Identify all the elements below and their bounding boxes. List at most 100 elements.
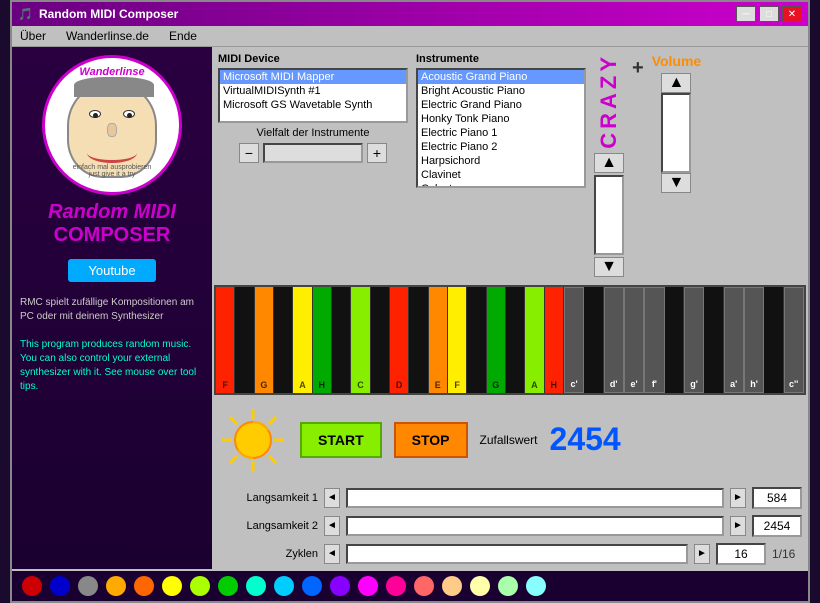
start-button[interactable]: START — [300, 422, 382, 458]
menu-wanderlinse[interactable]: Wanderlinse.de — [62, 28, 153, 44]
piano-key-D1[interactable]: D — [390, 287, 409, 393]
piano-key-H1[interactable]: H — [313, 287, 332, 393]
logo-circle: Wanderlinse einfach mal ausprobierenjust… — [42, 55, 182, 195]
crazy-down-button[interactable]: ▼ — [594, 257, 624, 277]
piano-key-Ds1[interactable] — [371, 287, 390, 393]
instr-item-6[interactable]: Harpsichord — [418, 154, 584, 168]
zyklen-right-arrow[interactable]: ► — [694, 544, 710, 564]
app-icon: 🎵 — [18, 7, 33, 21]
piano-key-a1[interactable]: a' — [724, 287, 744, 393]
crazy-slider[interactable] — [594, 175, 624, 255]
piano-key-A1[interactable]: A — [293, 287, 312, 393]
dot-16 — [470, 576, 490, 596]
top-controls: MIDI Device Microsoft MIDI Mapper Virtua… — [212, 47, 808, 283]
instr-item-3[interactable]: Honky Tonk Piano — [418, 112, 584, 126]
vielfalt-slider-row: − + — [239, 143, 387, 163]
piano-key-G2[interactable]: G — [487, 287, 506, 393]
instrumente-label: Instrumente — [416, 53, 586, 65]
dot-15 — [442, 576, 462, 596]
crazy-label: CRAZY — [596, 53, 622, 149]
vielfalt-minus-button[interactable]: − — [239, 143, 259, 163]
piano-key-C1[interactable]: C — [351, 287, 370, 393]
volume-down-button[interactable]: ▼ — [661, 173, 691, 193]
instr-item-5[interactable]: Electric Piano 2 — [418, 140, 584, 154]
instr-item-7[interactable]: Clavinet — [418, 168, 584, 182]
key-label-H1: H — [319, 380, 326, 390]
volume-section: Volume ▲ ▼ — [652, 53, 702, 193]
menu-ende[interactable]: Ende — [165, 28, 201, 44]
instr-item-8[interactable]: Celesta — [418, 182, 584, 188]
piano-key-c1[interactable]: c' — [564, 287, 584, 393]
sliders-section: Langsamkeit 1 ◄ ► 584 Langsamkeit 2 ◄ ► … — [212, 483, 808, 569]
description-de: RMC spielt zufällige Kompositionen am PC… — [20, 296, 204, 394]
logo-eye-left — [89, 110, 101, 118]
piano-key-cs1[interactable] — [584, 287, 603, 393]
piano-key-F2[interactable]: F — [448, 287, 467, 393]
piano-key-Cs1[interactable] — [332, 287, 351, 393]
piano-key-Gs1[interactable] — [274, 287, 293, 393]
instr-item-4[interactable]: Electric Piano 1 — [418, 126, 584, 140]
volume-up-button[interactable]: ▲ — [661, 73, 691, 93]
langsamkeit2-left-arrow[interactable]: ◄ — [324, 516, 340, 536]
dot-12 — [358, 576, 378, 596]
zyklen-slider[interactable] — [346, 544, 688, 564]
close-button[interactable]: ✕ — [782, 6, 802, 22]
midi-device-listbox[interactable]: Microsoft MIDI Mapper VirtualMIDISynth #… — [218, 68, 408, 123]
key-label-A2: A — [531, 380, 538, 390]
langsamkeit1-left-arrow[interactable]: ◄ — [324, 488, 340, 508]
piano-key-f1[interactable]: f' — [644, 287, 664, 393]
menu-uber[interactable]: Über — [16, 28, 50, 44]
dot-8 — [246, 576, 266, 596]
vielfalt-label: Vielfalt der Instrumente — [257, 127, 370, 139]
piano-key-E1[interactable]: E — [429, 287, 448, 393]
key-label-H2: H — [550, 380, 557, 390]
vielfalt-slider[interactable] — [263, 143, 363, 163]
instr-item-0[interactable]: Acoustic Grand Piano — [418, 70, 584, 84]
langsamkeit2-slider[interactable] — [346, 516, 724, 536]
midi-item-2[interactable]: Microsoft GS Wavetable Synth — [220, 98, 406, 112]
controls-row: START STOP Zufallswert 2454 — [212, 397, 808, 483]
piano-key-g1[interactable]: g' — [684, 287, 704, 393]
piano-key-c2[interactable]: c'' — [784, 287, 804, 393]
instr-item-2[interactable]: Electric Grand Piano — [418, 98, 584, 112]
piano-key-G1[interactable]: G — [255, 287, 274, 393]
vielfalt-plus-button[interactable]: + — [367, 143, 387, 163]
crazy-up-button[interactable]: ▲ — [594, 153, 624, 173]
piano-key-Gs2[interactable] — [506, 287, 525, 393]
window-title: Random MIDI Composer — [39, 7, 178, 21]
langsamkeit1-slider[interactable] — [346, 488, 724, 508]
langsamkeit1-right-arrow[interactable]: ► — [730, 488, 746, 508]
minimize-button[interactable]: ─ — [736, 6, 756, 22]
left-panel: Wanderlinse einfach mal ausprobierenjust… — [12, 47, 212, 569]
zyklen-value: 16 — [716, 543, 766, 565]
crazy-slider-area: ▲ ▼ — [594, 153, 624, 277]
stop-button[interactable]: STOP — [394, 422, 468, 458]
maximize-button[interactable]: □ — [759, 6, 779, 22]
dot-6 — [190, 576, 210, 596]
piano-key-d1[interactable]: d' — [604, 287, 624, 393]
piano-key-F1[interactable]: F — [216, 287, 235, 393]
description-en-text: This program produces random music. You … — [20, 339, 196, 392]
youtube-button[interactable]: Youtube — [68, 259, 155, 282]
midi-device-label: MIDI Device — [218, 53, 408, 65]
piano-key-H2[interactable]: H — [545, 287, 564, 393]
piano-key-A2[interactable]: A — [525, 287, 544, 393]
midi-item-0[interactable]: Microsoft MIDI Mapper — [220, 70, 406, 84]
instrumente-listbox[interactable]: Acoustic Grand Piano Bright Acoustic Pia… — [416, 68, 586, 188]
instr-item-1[interactable]: Bright Acoustic Piano — [418, 84, 584, 98]
piano-key-c2s[interactable] — [764, 287, 783, 393]
langsamkeit2-right-arrow[interactable]: ► — [730, 516, 746, 536]
midi-item-1[interactable]: VirtualMIDISynth #1 — [220, 84, 406, 98]
volume-slider[interactable] — [661, 93, 691, 173]
piano-key-Fs2[interactable] — [467, 287, 486, 393]
key-label-c2: c'' — [789, 379, 798, 389]
langsamkeit2-label: Langsamkeit 2 — [218, 520, 318, 532]
piano-key-e1[interactable]: e' — [624, 287, 644, 393]
piano-key-h1[interactable]: h' — [744, 287, 764, 393]
piano-key-Fs1[interactable] — [235, 287, 254, 393]
piano-key-Es1[interactable] — [409, 287, 428, 393]
piano-key-gs1[interactable] — [704, 287, 723, 393]
key-label-e1: e' — [630, 379, 637, 389]
zyklen-left-arrow[interactable]: ◄ — [324, 544, 340, 564]
piano-key-fs1[interactable] — [665, 287, 684, 393]
